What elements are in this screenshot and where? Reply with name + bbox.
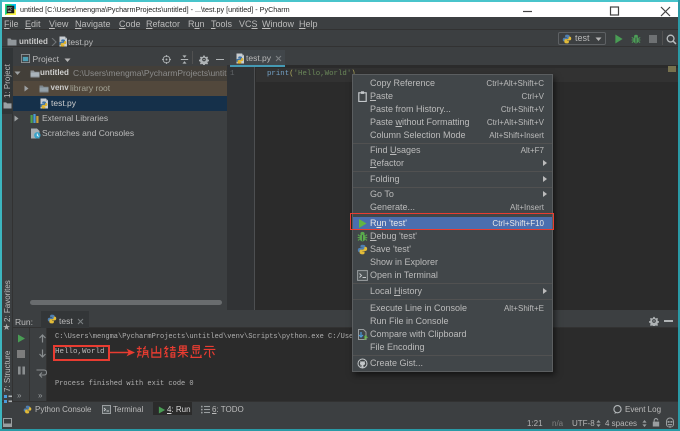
svg-text:PC: PC — [8, 7, 13, 11]
